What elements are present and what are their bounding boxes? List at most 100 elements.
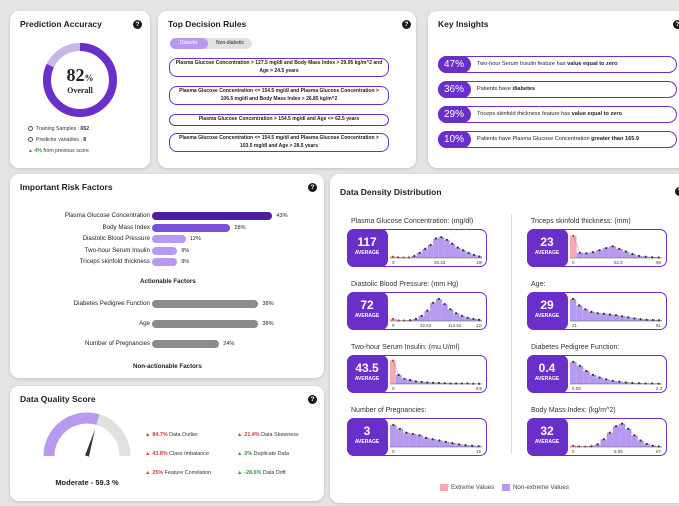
density-feature-title: Age: bbox=[531, 281, 546, 288]
risk-factor-bar[interactable] bbox=[152, 340, 220, 348]
density-bar bbox=[436, 298, 442, 321]
density-point bbox=[631, 253, 634, 256]
average-badge: 23 AVERAGE bbox=[526, 228, 568, 267]
density-point bbox=[591, 373, 595, 376]
density-feature-title: Diastolic Blood Pressure: (mm Hg) bbox=[351, 281, 459, 288]
density-bar bbox=[416, 435, 423, 447]
risk-factor-value: 9% bbox=[181, 247, 190, 254]
density-bar bbox=[583, 371, 590, 384]
density-bar bbox=[612, 426, 620, 447]
density-legend: Extreme Values Non-extreme Values bbox=[440, 484, 569, 491]
rule-item: Plasma Glucose Concentration <= 154.5 mg… bbox=[169, 86, 389, 105]
tick-label: 2.39 bbox=[656, 386, 662, 391]
extreme-swatch bbox=[440, 484, 448, 491]
density-point bbox=[391, 317, 394, 321]
rule-item: Plasma Glucose Concentration > 154.5 mg/… bbox=[169, 114, 389, 126]
density-point bbox=[611, 245, 614, 248]
average-label: AVERAGE bbox=[354, 312, 380, 319]
insight-text: Patients have diabetes bbox=[477, 86, 536, 92]
density-plot: 0 32.53 113.52 122 bbox=[390, 297, 482, 328]
density-point bbox=[413, 254, 416, 258]
risk-factor-value: 38% bbox=[262, 301, 274, 307]
density-plot: 0.08 2.39 bbox=[570, 360, 662, 391]
density-bar bbox=[453, 313, 459, 321]
tick-label: 99 bbox=[656, 260, 662, 265]
quality-gauge bbox=[43, 412, 131, 457]
tick-label: 199 bbox=[476, 260, 482, 265]
density-bar bbox=[570, 361, 577, 384]
help-icon[interactable]: ? bbox=[675, 187, 679, 196]
nonactionable-label: Non-actionable Factors bbox=[133, 363, 202, 370]
risk-factors-card: Important Risk Factors ? Actionable Fact… bbox=[10, 174, 324, 378]
tick-label: 81 bbox=[656, 323, 662, 328]
quality-metric: ▲ 84.7% Data Outlier bbox=[145, 432, 198, 438]
quality-metric: ▲ 21.4% Data Skewness bbox=[237, 432, 299, 438]
tab-non-diabetic[interactable]: Non-diabetic bbox=[208, 38, 252, 49]
quality-metric-value: 0% bbox=[244, 451, 253, 457]
insight-item: 29% Triceps skinfold thickness feature h… bbox=[437, 105, 677, 123]
density-point bbox=[397, 373, 400, 376]
density-plot: 21 81 bbox=[570, 297, 662, 328]
risk-factor-bar[interactable] bbox=[152, 235, 186, 243]
tick-label: 113.52 bbox=[448, 323, 462, 328]
risk-factor-bar[interactable] bbox=[152, 246, 178, 255]
average-badge: 3 AVERAGE bbox=[346, 417, 388, 456]
help-icon[interactable]: ? bbox=[133, 20, 142, 29]
density-point bbox=[398, 427, 401, 430]
help-icon[interactable]: ? bbox=[673, 20, 679, 29]
triangle-up-icon: ▲ bbox=[28, 148, 33, 154]
risk-factor-bar[interactable] bbox=[152, 223, 231, 232]
quality-metric: ▲ 43.8% Class Imbalance bbox=[145, 451, 209, 457]
triangle-up-icon: ▲ bbox=[145, 470, 151, 476]
quality-metric-label: Data Skewness bbox=[259, 432, 299, 438]
density-bar bbox=[447, 309, 454, 321]
average-value: 29 bbox=[540, 297, 554, 312]
density-plot: 0 52.8 99 bbox=[570, 234, 662, 265]
average-value: 0.4 bbox=[538, 360, 556, 375]
density-bar bbox=[449, 243, 455, 258]
density-bar bbox=[396, 428, 404, 447]
density-point bbox=[618, 247, 621, 250]
quality-metric-value: 84.7% bbox=[152, 432, 168, 438]
help-icon[interactable]: ? bbox=[308, 395, 317, 404]
quality-metric: ▲ -28.6% Data Drift bbox=[237, 470, 286, 476]
risk-factor-bar[interactable] bbox=[152, 320, 259, 328]
density-bar bbox=[582, 309, 589, 321]
density-bar bbox=[409, 434, 417, 447]
quality-metric-label: Data Outlier bbox=[167, 432, 198, 438]
density-bar bbox=[424, 310, 431, 321]
density-bar bbox=[403, 432, 410, 447]
tick-label: 0 bbox=[392, 260, 395, 265]
average-label: AVERAGE bbox=[534, 375, 560, 382]
average-label: AVERAGE bbox=[534, 312, 560, 319]
accuracy-unit: % bbox=[84, 73, 94, 83]
density-chart: 43.5AVERAGE 0 846 bbox=[346, 354, 487, 393]
quality-metric-label: Class Imbalance bbox=[167, 451, 209, 457]
density-bar bbox=[616, 248, 623, 258]
quality-metric: ▲ 25% Feature Correlation bbox=[145, 470, 211, 476]
density-bar bbox=[395, 374, 402, 384]
density-feature-title: Plasma Glucose Concentration: (mg/dl) bbox=[351, 218, 474, 225]
tick-label: 52.8 bbox=[614, 260, 623, 265]
risk-factor-bar[interactable] bbox=[152, 212, 273, 220]
density-chart: 29 AVERAGE 21 81 bbox=[526, 291, 667, 330]
triangle-up-icon: ▲ bbox=[145, 451, 151, 457]
density-bar bbox=[596, 250, 603, 258]
card-title: Prediction Accuracy bbox=[20, 19, 102, 29]
density-bar bbox=[588, 311, 595, 321]
tick-label: 67.1 bbox=[656, 449, 662, 454]
density-bar bbox=[609, 246, 616, 258]
risk-factor-bar[interactable] bbox=[152, 258, 178, 266]
help-icon[interactable]: ? bbox=[308, 183, 317, 192]
average-badge: 29 AVERAGE bbox=[526, 291, 568, 330]
density-point bbox=[460, 314, 463, 317]
insight-percent: 36% bbox=[437, 80, 471, 98]
help-icon[interactable]: ? bbox=[402, 20, 411, 29]
risk-factor-bar[interactable] bbox=[152, 300, 259, 308]
risk-factor-label: Plasma Glucose Concentration bbox=[64, 212, 150, 219]
average-badge: 117 AVERAGE bbox=[346, 228, 388, 267]
tab-diabetic[interactable]: Diabetic bbox=[170, 38, 208, 49]
risk-factor-label: Number of Pregnancies bbox=[84, 340, 150, 347]
tick-label: 0.08 bbox=[572, 386, 581, 391]
density-feature-title: Diabetes Pedigree Function: bbox=[531, 344, 620, 351]
